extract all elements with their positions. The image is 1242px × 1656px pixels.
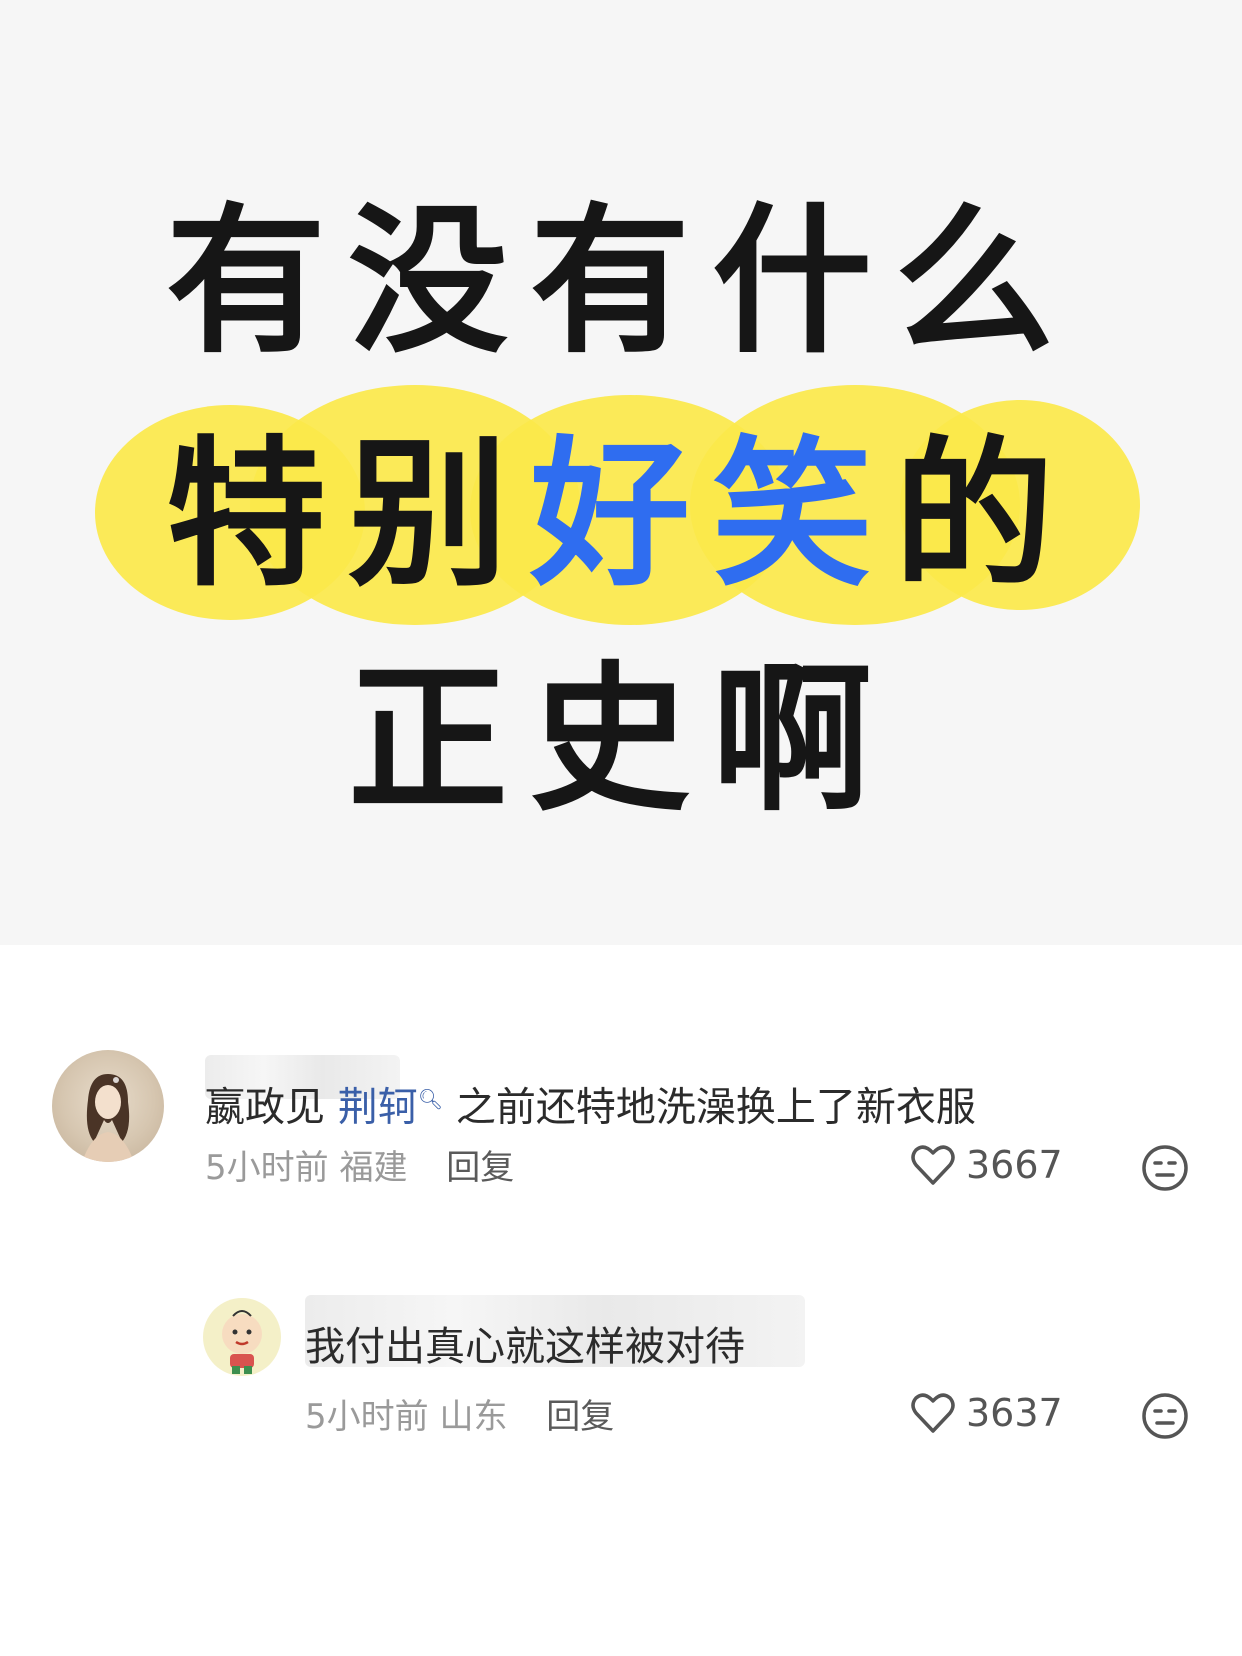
- comment-meta: 5小时前 山东 回复: [305, 1397, 614, 1437]
- search-icon[interactable]: 🔍︎: [418, 1087, 443, 1111]
- headline-line-2: 特别好笑的: [0, 425, 1242, 605]
- heart-icon: [911, 1145, 955, 1185]
- reply-button[interactable]: 回复: [446, 1148, 514, 1188]
- comment-location: 山东: [439, 1397, 508, 1437]
- cartoon-baby-icon: [222, 1310, 262, 1374]
- reply-button[interactable]: 回复: [546, 1397, 614, 1437]
- headline-text: 的: [894, 421, 1077, 608]
- comment-location: 福建: [339, 1148, 408, 1188]
- comment-section: 嬴政见 荆轲🔍︎ 之前还特地洗澡换上了新衣服 5小时前 福建 回复 3667 我: [0, 945, 1242, 1656]
- avatar-portrait-icon: [82, 1074, 134, 1162]
- avatar[interactable]: [203, 1298, 281, 1376]
- like-count: 3667: [966, 1143, 1063, 1187]
- headline-line-3: 正史啊: [347, 646, 894, 833]
- comment-text-part: 嬴政见: [205, 1084, 338, 1131]
- comment-time: 5小时前: [205, 1148, 329, 1188]
- dislike-face-icon[interactable]: [1140, 1143, 1190, 1193]
- comment-text: 嬴政见 荆轲🔍︎ 之前还特地洗澡换上了新衣服: [205, 1075, 976, 1131]
- comment-time: 5小时前: [305, 1397, 429, 1437]
- headline-text: 特别: [165, 421, 530, 608]
- post-image[interactable]: 有没有什么 特别好笑的 正史啊: [0, 0, 1242, 945]
- heart-icon: [911, 1393, 955, 1433]
- comment-meta: 5小时前 福建 回复: [205, 1148, 514, 1188]
- comment-text: 我付出真心就这样被对待: [305, 1324, 745, 1370]
- headline-highlight-text: 好笑: [529, 421, 894, 608]
- like-count: 3637: [966, 1391, 1063, 1435]
- avatar[interactable]: [52, 1050, 164, 1162]
- like-button[interactable]: 3667: [910, 1143, 1063, 1187]
- like-button[interactable]: 3637: [910, 1391, 1063, 1435]
- comment-text-part: 之前还特地洗澡换上了新衣服: [443, 1084, 976, 1131]
- dislike-face-icon[interactable]: [1140, 1391, 1190, 1441]
- mention-link[interactable]: 荆轲: [338, 1084, 418, 1130]
- headline-line-1: 有没有什么: [165, 188, 1076, 375]
